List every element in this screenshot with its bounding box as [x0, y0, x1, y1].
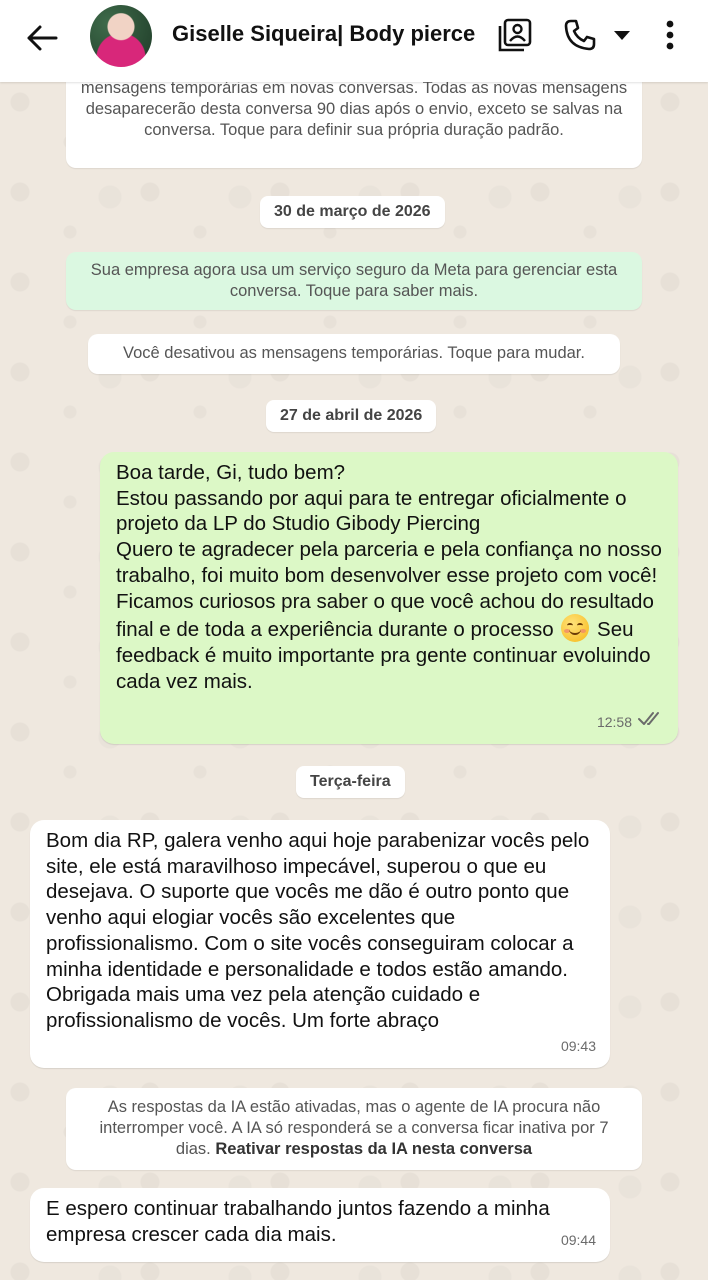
- date-divider: 30 de março de 2026: [260, 196, 445, 228]
- incoming-message[interactable]: E espero continuar trabalhando juntos fa…: [30, 1188, 610, 1262]
- more-options-icon[interactable]: [656, 15, 684, 55]
- message-meta: 09:44: [561, 1228, 596, 1254]
- contact-name[interactable]: Giselle Siqueira| Body pierce: [172, 21, 475, 47]
- message-text: Bom dia RP, galera venho aqui hoje parab…: [46, 829, 590, 1032]
- contact-card-icon[interactable]: [495, 15, 535, 55]
- meta-service-notice[interactable]: Sua empresa agora usa um serviço seguro …: [66, 252, 642, 310]
- message-time: 09:44: [560, 1232, 596, 1249]
- double-check-icon: [638, 710, 664, 736]
- date-divider: Terça-feira: [296, 766, 405, 798]
- chevron-down-icon[interactable]: [610, 26, 634, 46]
- message-time: 09:43: [560, 1038, 596, 1055]
- chat-header: Giselle Siqueira| Body pierce: [0, 0, 708, 82]
- message-meta: 12:58: [597, 710, 664, 736]
- back-arrow-icon[interactable]: [22, 18, 62, 58]
- message-time: 12:58: [596, 714, 632, 731]
- disappearing-messages-notice[interactable]: mensagens temporárias em novas conversas…: [66, 70, 642, 168]
- message-meta: 09:43: [561, 1034, 596, 1060]
- avatar[interactable]: [90, 5, 152, 67]
- message-text: E espero continuar trabalhando juntos fa…: [46, 1197, 550, 1246]
- message-text: Boa tarde, Gi, tudo bem? Estou passando …: [116, 461, 662, 693]
- incoming-message[interactable]: Bom dia RP, galera venho aqui hoje parab…: [30, 820, 610, 1068]
- reactivate-ai-link[interactable]: Reativar respostas da IA nesta conversa: [215, 1140, 532, 1158]
- smiling-face-emoji: [561, 614, 590, 643]
- phone-icon[interactable]: [560, 15, 600, 55]
- temporary-messages-notice[interactable]: Você desativou as mensagens temporárias.…: [88, 334, 620, 374]
- date-divider: 27 de abril de 2026: [266, 400, 437, 432]
- ai-responses-notice[interactable]: As respostas da IA estão ativadas, mas o…: [66, 1088, 642, 1170]
- outgoing-message[interactable]: Boa tarde, Gi, tudo bem? Estou passando …: [100, 452, 678, 744]
